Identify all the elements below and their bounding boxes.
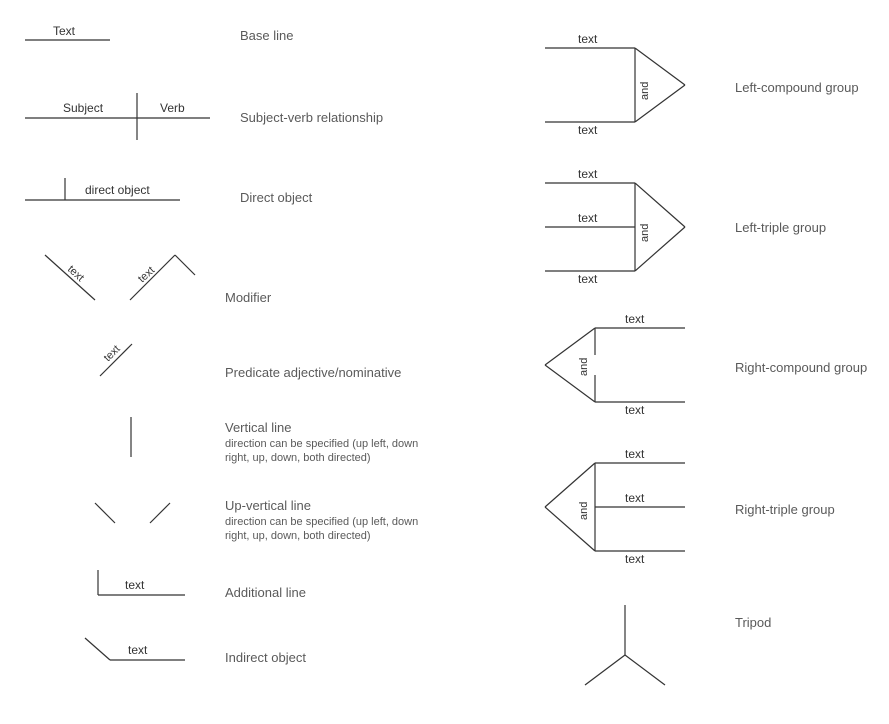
baseline-icon: Text: [25, 18, 115, 48]
leftcompound-text1: text: [578, 32, 598, 46]
predicate-icon: text: [90, 338, 150, 383]
leftcompound-text2: text: [578, 123, 598, 137]
righttriple-text2: text: [625, 491, 645, 505]
vertical-sublabel: direction can be specified (up left, dow…: [225, 437, 445, 466]
subject-text: Subject: [63, 101, 104, 115]
predicate-label: Predicate adjective/nominative: [225, 365, 401, 380]
upvertical-icon: [90, 495, 180, 530]
righttriple-text3: text: [625, 552, 645, 566]
upvertical-sublabel: direction can be specified (up left, dow…: [225, 515, 445, 544]
tripod-label: Tripod: [735, 615, 771, 630]
baseline-text: Text: [53, 24, 76, 38]
indirect-icon: text: [80, 630, 190, 670]
indirect-label: Indirect object: [225, 650, 306, 665]
leftcompound-conj: and: [639, 82, 651, 100]
modifier-text2: text: [136, 264, 157, 285]
modifier-icon: text text: [35, 245, 205, 310]
lefttriple-text3: text: [578, 272, 598, 286]
modifier-text1: text: [65, 263, 86, 284]
tripod-icon: [570, 600, 680, 695]
directobject-text: direct object: [85, 183, 150, 197]
subjectverb-label: Subject-verb relationship: [240, 110, 383, 125]
rightcompound-label: Right-compound group: [735, 360, 867, 375]
rightcompound-text2: text: [625, 403, 645, 417]
baseline-label: Base line: [240, 28, 293, 43]
righttriple-conj: and: [578, 502, 590, 520]
directobject-icon: direct object: [25, 170, 185, 210]
additional-label: Additional line: [225, 585, 306, 600]
vertical-icon: [123, 415, 143, 460]
modifier-label: Modifier: [225, 290, 271, 305]
leftcompound-icon: text text and: [530, 30, 705, 140]
lefttriple-conj: and: [639, 224, 651, 242]
rightcompound-text1: text: [625, 312, 645, 326]
additional-icon: text: [90, 565, 190, 605]
predicate-text: text: [102, 343, 123, 364]
righttriple-label: Right-triple group: [735, 502, 835, 517]
lefttriple-icon: text text text and: [530, 165, 705, 290]
leftcompound-label: Left-compound group: [735, 80, 859, 95]
righttriple-icon: text text text and: [530, 445, 705, 570]
lefttriple-label: Left-triple group: [735, 220, 826, 235]
lefttriple-text2: text: [578, 211, 598, 225]
rightcompound-conj: and: [578, 358, 590, 376]
righttriple-text1: text: [625, 447, 645, 461]
directobject-label: Direct object: [240, 190, 312, 205]
verb-text: Verb: [160, 101, 185, 115]
subjectverb-icon: Subject Verb: [25, 88, 215, 143]
additional-text: text: [125, 578, 145, 592]
vertical-label: Vertical line: [225, 420, 291, 435]
lefttriple-text1: text: [578, 167, 598, 181]
rightcompound-icon: text text and: [530, 310, 705, 420]
indirect-text: text: [128, 643, 148, 657]
upvertical-label: Up-vertical line: [225, 498, 311, 513]
